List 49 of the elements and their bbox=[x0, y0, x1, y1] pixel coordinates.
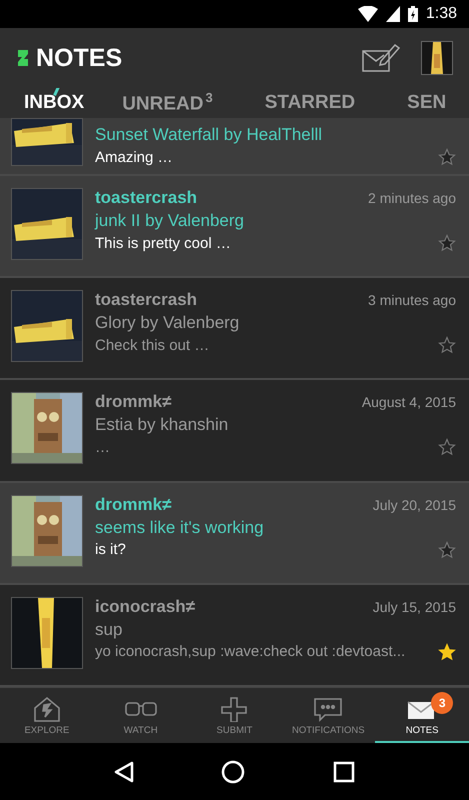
note-time: July 15, 2015 bbox=[372, 598, 456, 615]
sender-name: drommk≠ bbox=[95, 494, 172, 515]
note-title: Glory by Valenberg bbox=[95, 313, 240, 334]
battery-icon bbox=[408, 6, 418, 22]
nav-tab[interactable]: EXPLORE bbox=[0, 688, 94, 744]
sender-name: drommk≠ bbox=[95, 392, 172, 412]
note-time: 3 minutes ago bbox=[368, 292, 456, 308]
star-icon[interactable] bbox=[438, 642, 456, 661]
note-time: July 20, 2015 bbox=[372, 496, 456, 513]
home-icon[interactable] bbox=[221, 760, 246, 784]
back-icon[interactable] bbox=[114, 760, 134, 783]
star-icon[interactable] bbox=[438, 336, 456, 354]
clock-time: 1:38 bbox=[426, 5, 457, 23]
note-row[interactable]: drommk≠ July 20, 2015 seems like it's working is it? bbox=[0, 482, 469, 585]
note-preview: Check this out … bbox=[95, 336, 210, 354]
note-title: sup bbox=[95, 620, 124, 640]
star-icon[interactable] bbox=[438, 234, 456, 252]
star-icon[interactable] bbox=[438, 540, 456, 559]
sender-name: toastercrash bbox=[95, 290, 198, 310]
note-time: 2 minutes ago bbox=[368, 190, 456, 206]
tab[interactable]: UNREAD$^{3}$ bbox=[122, 90, 213, 116]
note-preview: This is pretty cool … bbox=[95, 234, 231, 252]
note-title: Sunset Waterfall by HealThelll bbox=[95, 125, 324, 145]
note-row[interactable]: Sunset Waterfall by HealThelll Amazing … bbox=[0, 118, 469, 176]
sender-name: iconocrash≠ bbox=[95, 596, 196, 617]
recents-icon[interactable] bbox=[333, 760, 356, 783]
tab[interactable]: STARRED bbox=[264, 92, 356, 114]
note-title: seems like it's working bbox=[95, 518, 265, 538]
screen-title: NOTES bbox=[36, 44, 124, 72]
note-row[interactable]: toastercrash 2 minutes ago junk II by Valenberg This is pretty cool … bbox=[0, 176, 469, 278]
star-icon[interactable] bbox=[438, 438, 456, 456]
compose-icon[interactable] bbox=[361, 43, 401, 73]
nav-tab[interactable]: SUBMIT bbox=[188, 688, 282, 744]
star-icon[interactable] bbox=[438, 148, 456, 166]
wifi-icon bbox=[358, 6, 378, 22]
count-badge: 3 bbox=[431, 692, 454, 714]
note-time: August 4, 2015 bbox=[362, 394, 456, 410]
note-preview: Amazing … bbox=[95, 148, 173, 166]
logo-icon bbox=[16, 48, 30, 68]
nav-tab[interactable]: NOTIFICATIONS bbox=[281, 688, 376, 744]
tab[interactable]: SEN bbox=[407, 92, 446, 114]
signal-icon bbox=[386, 6, 400, 22]
note-preview: yo iconocrash,sup :wave:check out :devtoast... bbox=[95, 643, 406, 660]
nav-tab[interactable]: WATCH bbox=[94, 688, 188, 744]
note-title: Estia by khanshin bbox=[95, 415, 230, 436]
sender-name: toastercrash bbox=[95, 188, 198, 208]
note-title: junk II by Valenberg bbox=[95, 211, 245, 231]
note-preview: … bbox=[95, 438, 110, 456]
note-preview: is it? bbox=[95, 541, 126, 558]
